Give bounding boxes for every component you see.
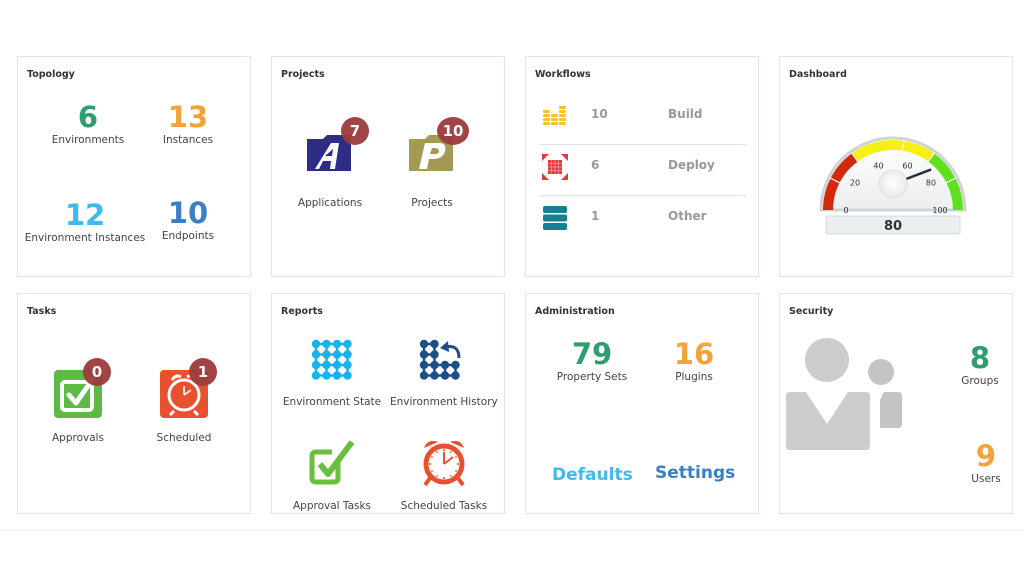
environment-history-tile[interactable]: Environment History [390,338,498,408]
tile-label: Applications [297,197,363,209]
tile-label: Environment History [390,396,498,408]
environment-instances-stat[interactable]: 12 Environment Instances [20,199,150,244]
groups-stat[interactable]: 8 Groups [950,342,1010,387]
topology-panel: Topology 6 Environments 13 Instances 12 … [17,56,251,277]
divider [540,144,746,145]
stat-value: 9 [975,439,997,473]
stat-label: Property Sets [556,371,628,383]
tile-label: Environment State [282,396,382,408]
gauge-tick-label: 60 [902,161,912,170]
plugins-stat[interactable]: 16 Plugins [644,338,744,383]
panel-title: Topology [27,69,75,80]
approval-tasks-tile[interactable]: Approval Tasks [282,438,382,512]
environment-state-icon [311,339,352,380]
projects-tile[interactable]: 10 Projects [382,117,482,209]
dashboard-panel: Dashboard 0 20 40 60 80 100 80 [779,56,1013,277]
stat-label: Environment Instances [24,232,146,244]
panel-title: Administration [535,306,615,317]
workflow-count: 10 [591,107,608,121]
divider [540,195,746,196]
stat-label: Environments [51,134,125,146]
workflow-count: 1 [591,209,600,223]
stat-value: 12 [64,198,106,232]
administration-panel: Administration 79 Property Sets 16 Plugi… [525,293,759,514]
panel-title: Workflows [535,69,591,80]
applications-tile[interactable]: 7 Applications [280,117,380,209]
users-group-icon [786,338,902,450]
stat-label: Instances [162,134,214,146]
approval-tasks-icon [309,440,355,485]
workflows-panel: Workflows 10 Build 6 Deploy 1 Other [525,56,759,277]
scheduled-tile[interactable]: 1 Scheduled [134,358,234,444]
settings-link[interactable]: Settings [655,463,735,483]
environment-history-icon [419,339,461,380]
scheduled-tasks-tile[interactable]: Scheduled Tasks [394,438,494,512]
stat-label: Users [971,473,1001,485]
gauge-tick-label: 40 [873,161,883,170]
tasks-panel: Tasks 0 Approvals 1 Scheduled [17,293,251,514]
projects-badge: 10 [437,117,469,145]
tile-label: Approval Tasks [292,500,372,512]
workflow-row-other[interactable]: 1 Other [536,205,746,255]
defaults-link[interactable]: Defaults [552,465,633,485]
build-icon [543,106,566,125]
environment-state-tile[interactable]: Environment State [282,338,382,408]
stat-value: 13 [167,100,209,134]
security-panel: Security 8 Groups 9 Users [779,293,1013,514]
deploy-icon [542,154,568,180]
property-sets-stat[interactable]: 79 Property Sets [542,338,642,383]
gauge-tick-label: 100 [932,206,947,215]
workflow-name: Build [668,107,703,121]
instances-stat[interactable]: 13 Instances [138,101,238,146]
panel-title: Projects [281,69,325,80]
gauge: 0 20 40 60 80 100 80 [819,136,967,235]
stat-label: Groups [961,375,999,387]
stat-value: 16 [673,337,715,371]
stat-value: 8 [969,341,991,375]
approvals-badge: 0 [83,358,111,386]
endpoints-stat[interactable]: 10 Endpoints [138,197,238,242]
workflow-name: Deploy [668,158,715,172]
users-stat[interactable]: 9 Users [956,440,1016,485]
tile-label: Scheduled Tasks [400,500,488,512]
scheduled-tasks-icon [423,440,465,486]
workflow-row-deploy[interactable]: 6 Deploy [536,154,746,204]
stat-label: Plugins [675,371,713,383]
applications-badge: 7 [341,117,369,145]
reports-panel: Reports Environment State Environment Hi… [271,293,505,514]
other-icon [543,206,567,230]
workflow-count: 6 [591,158,600,172]
tile-label: Scheduled [156,432,212,444]
stat-label: Endpoints [161,230,215,242]
stat-value: 10 [167,196,209,230]
tile-label: Projects [411,197,453,209]
workflow-name: Other [668,209,707,223]
gauge-tick-label: 0 [843,206,848,215]
gauge-value: 80 [884,219,902,234]
projects-panel: Projects 7 Applications 10 Projects [271,56,505,277]
scheduled-badge: 1 [189,358,217,386]
stat-value: 6 [77,100,99,134]
panel-title: Security [789,306,834,317]
workflow-row-build[interactable]: 10 Build [536,103,746,153]
gauge-knob [878,169,908,199]
stat-value: 79 [571,337,613,371]
gauge-tick-label: 80 [926,178,936,187]
panel-title: Reports [281,306,323,317]
gauge-tick-label: 20 [850,178,860,187]
footer-divider [0,530,1024,531]
panel-title: Tasks [27,306,57,317]
approvals-tile[interactable]: 0 Approvals [28,358,128,444]
tile-label: Approvals [51,432,105,444]
environments-stat[interactable]: 6 Environments [38,101,138,146]
